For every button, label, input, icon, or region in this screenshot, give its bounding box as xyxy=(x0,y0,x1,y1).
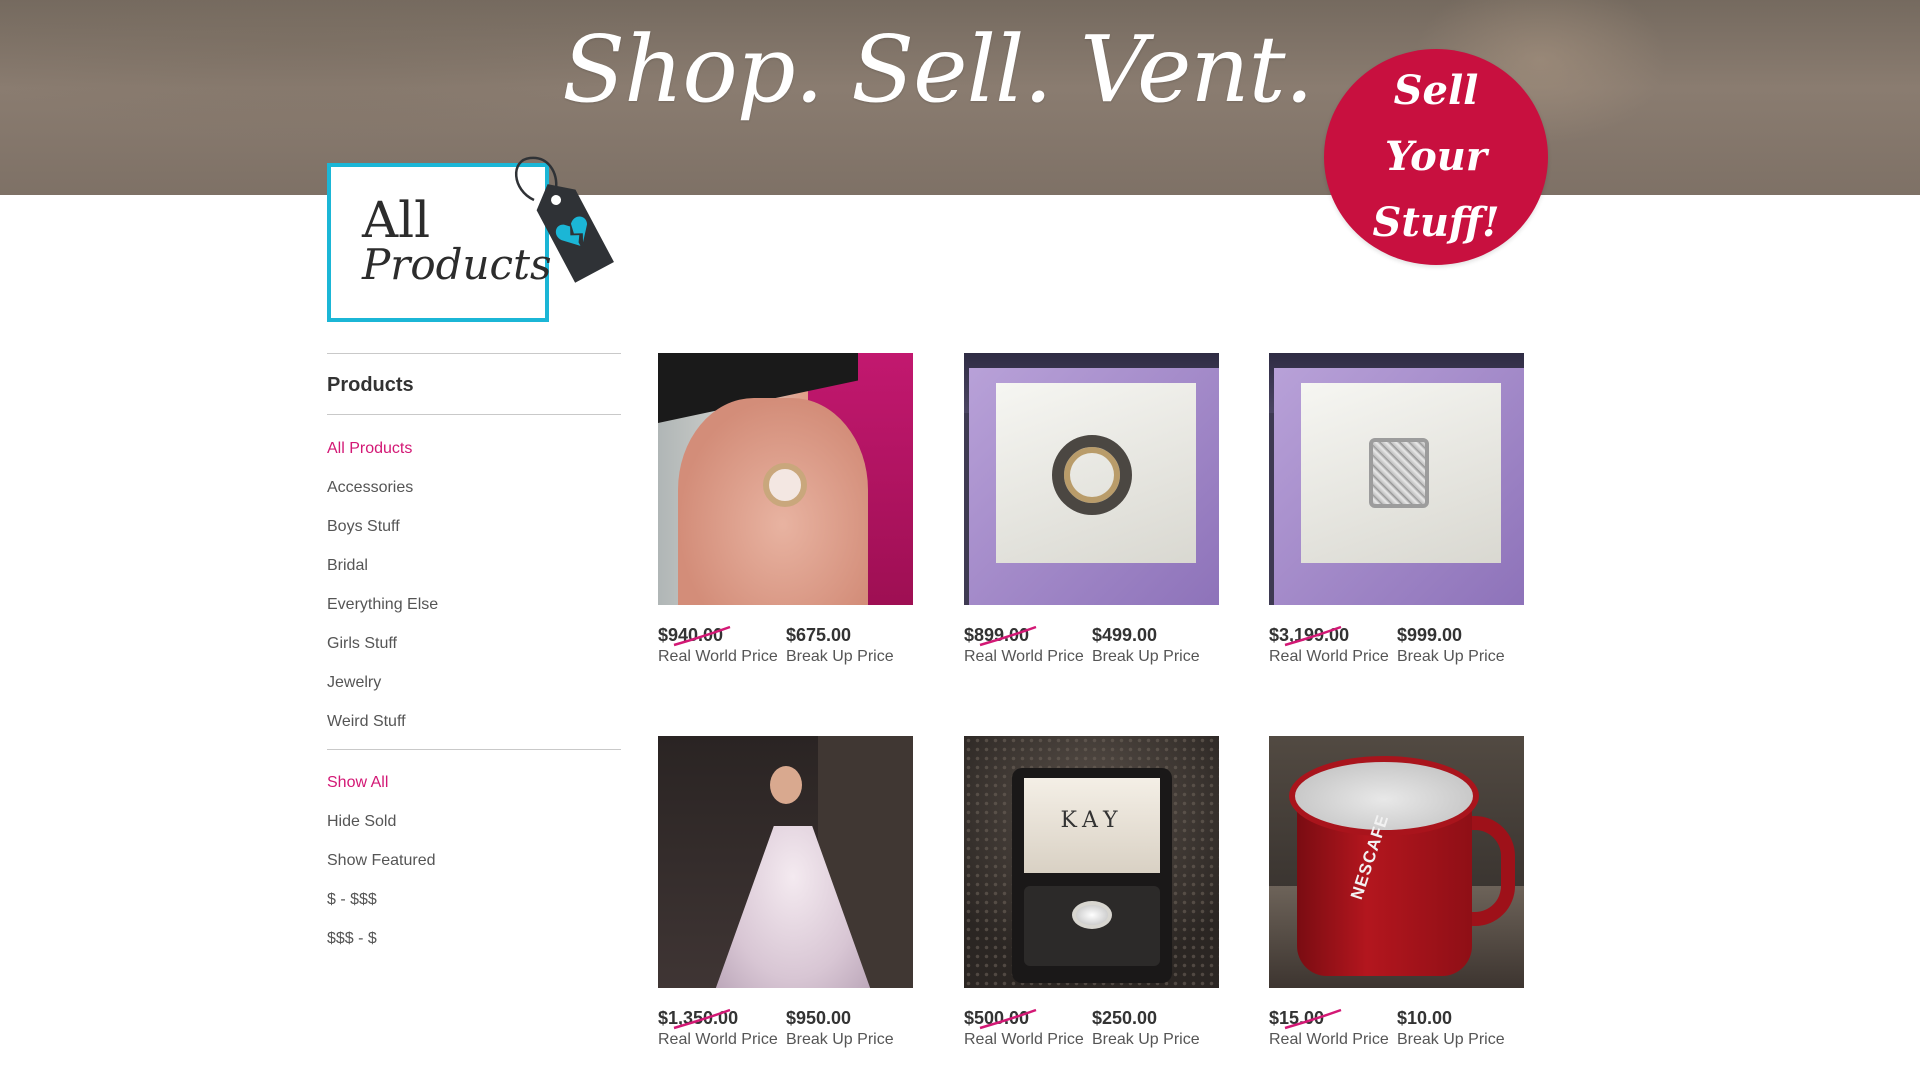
break-up-price: $499.00 xyxy=(1092,625,1158,645)
break-up-price-label: Break Up Price xyxy=(1092,1031,1200,1048)
category-all-products[interactable]: All Products xyxy=(327,429,621,468)
real-world-price: $3,199.00 xyxy=(1269,625,1350,645)
break-up-price: $675.00 xyxy=(786,625,852,645)
hero-banner: Shop. Sell. Vent. xyxy=(0,0,1920,195)
break-up-price: $10.00 xyxy=(1397,1008,1453,1028)
real-world-price: $500.00 xyxy=(964,1008,1030,1028)
product-prices: $899.00 $499.00 Real World Price Break U… xyxy=(964,625,1219,669)
filter-show-all[interactable]: Show All xyxy=(327,763,621,802)
real-world-price: $940.00 xyxy=(658,625,724,645)
product-card[interactable]: $899.00 $499.00 Real World Price Break U… xyxy=(964,353,1219,669)
real-world-price-label: Real World Price xyxy=(1269,1031,1389,1048)
kay-logo: KAY xyxy=(1060,808,1124,833)
product-image[interactable] xyxy=(1269,353,1524,605)
product-prices: $1,350.00 $950.00 Real World Price Break… xyxy=(658,1008,913,1052)
product-card[interactable]: $3,199.00 $999.00 Real World Price Break… xyxy=(1269,353,1524,669)
break-up-price-label: Break Up Price xyxy=(786,648,894,665)
real-world-price-label: Real World Price xyxy=(964,1031,1084,1048)
real-world-price-label: Real World Price xyxy=(964,648,1084,665)
break-up-price-label: Break Up Price xyxy=(786,1031,894,1048)
product-prices: $940.00 $675.00 Real World Price Break U… xyxy=(658,625,913,669)
category-weird-stuff[interactable]: Weird Stuff xyxy=(327,702,621,741)
category-accessories[interactable]: Accessories xyxy=(327,468,621,507)
break-up-price-label: Break Up Price xyxy=(1397,1031,1505,1048)
category-list: All Products Accessories Boys Stuff Brid… xyxy=(327,415,621,749)
site-tagline: Shop. Sell. Vent. xyxy=(562,16,1314,123)
real-world-price-label: Real World Price xyxy=(658,1031,778,1048)
sell-your-stuff-button[interactable]: Sell Your Stuff! xyxy=(1324,49,1548,265)
sell-badge-line1: Sell Your xyxy=(1385,67,1487,180)
real-world-price: $899.00 xyxy=(964,625,1030,645)
sell-badge-line2: Stuff! xyxy=(1372,199,1500,246)
product-card[interactable]: $1,350.00 $950.00 Real World Price Break… xyxy=(658,736,913,1052)
sort-price-low-high[interactable]: $ - $$$ xyxy=(327,880,621,919)
real-world-price: $15.00 xyxy=(1269,1008,1325,1028)
filter-hide-sold[interactable]: Hide Sold xyxy=(327,802,621,841)
sidebar: Products All Products Accessories Boys S… xyxy=(327,353,621,958)
product-prices: $15.00 $10.00 Real World Price Break Up … xyxy=(1269,1008,1524,1052)
break-up-price-label: Break Up Price xyxy=(1092,648,1200,665)
category-boys-stuff[interactable]: Boys Stuff xyxy=(327,507,621,546)
category-jewelry[interactable]: Jewelry xyxy=(327,663,621,702)
category-girls-stuff[interactable]: Girls Stuff xyxy=(327,624,621,663)
sidebar-heading: Products xyxy=(327,374,414,396)
product-image[interactable]: KAY xyxy=(964,736,1219,988)
product-image[interactable]: NESCAFE xyxy=(1269,736,1524,988)
product-prices: $500.00 $250.00 Real World Price Break U… xyxy=(964,1008,1219,1052)
filter-list: Show All Hide Sold Show Featured $ - $$$… xyxy=(327,750,621,958)
price-tag-icon xyxy=(514,156,614,283)
product-image[interactable] xyxy=(964,353,1219,605)
break-up-price: $999.00 xyxy=(1397,625,1463,645)
product-prices: $3,199.00 $999.00 Real World Price Break… xyxy=(1269,625,1524,669)
category-everything-else[interactable]: Everything Else xyxy=(327,585,621,624)
real-world-price-label: Real World Price xyxy=(1269,648,1389,665)
real-world-price-label: Real World Price xyxy=(658,648,778,665)
product-card[interactable]: KAY $500.00 $250.00 Real World Price Bre… xyxy=(964,736,1219,1052)
product-image[interactable] xyxy=(658,353,913,605)
product-card[interactable]: NESCAFE $15.00 $10.00 Real World Price B… xyxy=(1269,736,1524,1052)
real-world-price: $1,350.00 xyxy=(658,1008,739,1028)
product-card[interactable]: $940.00 $675.00 Real World Price Break U… xyxy=(658,353,913,669)
break-up-price-label: Break Up Price xyxy=(1397,648,1505,665)
sort-price-high-low[interactable]: $$$ - $ xyxy=(327,919,621,958)
break-up-price: $950.00 xyxy=(786,1008,852,1028)
category-bridal[interactable]: Bridal xyxy=(327,546,621,585)
filter-show-featured[interactable]: Show Featured xyxy=(327,841,621,880)
product-image[interactable] xyxy=(658,736,913,988)
break-up-price: $250.00 xyxy=(1092,1008,1158,1028)
